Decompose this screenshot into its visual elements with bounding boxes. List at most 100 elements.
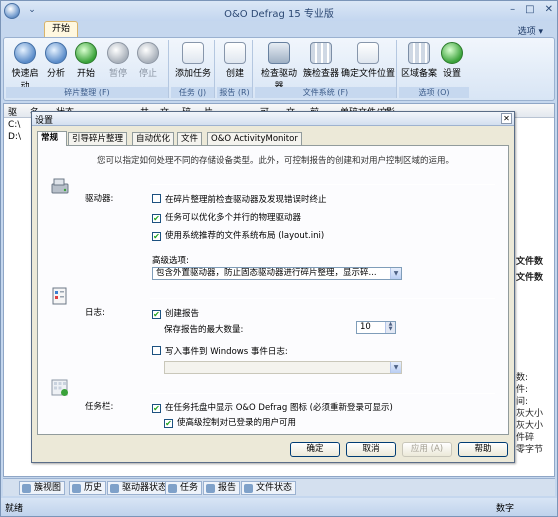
check-drive-button[interactable]: 检查驱动器 xyxy=(257,42,301,92)
status-text: 就绪 xyxy=(5,504,24,514)
options-menu[interactable]: 选项 ▾ xyxy=(518,24,543,37)
log-label: 日志: xyxy=(85,308,105,318)
taskbar-icon xyxy=(51,379,68,396)
dialog-close-icon[interactable]: ✕ xyxy=(501,113,512,124)
pause-icon xyxy=(107,42,129,64)
log-icon xyxy=(52,287,67,305)
checkmark-icon: ✔ xyxy=(152,310,161,319)
group-filesystem: 检查驱动器 簇检查器 确定文件位置 文件系统 (F) xyxy=(255,40,397,98)
drive-icon xyxy=(51,178,69,194)
create-report-icon xyxy=(224,42,246,64)
locate-file-button[interactable]: 确定文件位置 xyxy=(341,42,395,79)
start-button[interactable]: 开始 xyxy=(72,42,100,79)
advanced-control-users-checkbox[interactable]: ✔ 使高级控制对已登录的用户可用 xyxy=(164,416,296,428)
quick-start-icon xyxy=(14,42,36,64)
chevron-down-icon: ▼ xyxy=(390,268,401,279)
event-log-dropdown: ▼ xyxy=(164,361,402,374)
bottom-tab-bar: 簇视图 历史 驱动器状态 任务 报告 文件状态 xyxy=(3,478,555,496)
drives-label: 驱动器: xyxy=(85,194,114,204)
dialog-title: 设置 xyxy=(35,116,54,126)
column-header[interactable]: 驱 xyxy=(8,105,17,118)
zone-filing-button[interactable]: 区域备案 xyxy=(401,42,437,79)
check-drive-before-defrag-checkbox[interactable]: 在碎片整理前检查驱动器及发现错误时终止 xyxy=(152,193,327,205)
use-layout-ini-checkbox[interactable]: ✔ 使用系统推荐的文件系统布局 (layout.ini) xyxy=(152,229,324,241)
ribbon-tab-row: 开始 选项 ▾ xyxy=(1,21,557,37)
apply-button[interactable]: 应用 (A) xyxy=(402,442,452,457)
stepper-arrows-icon[interactable]: ▲ ▼ xyxy=(385,322,395,333)
group-defrag: 快速启动 分析 开始 暂停 停止 碎片整理 (F) xyxy=(6,40,169,98)
max-reports-stepper[interactable]: 10 ▲ ▼ xyxy=(356,321,396,334)
general-settings-panel: 您可以指定如何处理不同的存储设备类型。此外，可控制报告的创建和对用户控制区域的运… xyxy=(37,145,509,435)
settings-dialog: 设置 ✕ 常规 引导碎片整理 自动优化 文件 O&O ActivityMonit… xyxy=(31,111,515,463)
settings-description: 您可以指定如何处理不同的存储设备类型。此外，可控制报告的创建和对用户控制区域的运… xyxy=(97,156,455,166)
tab-drive-status[interactable]: 驱动器状态 xyxy=(107,481,172,495)
group-options: 区域备案 设置 选项 (O) xyxy=(399,40,469,98)
advanced-options-label: 高级选项: xyxy=(152,256,189,266)
tab-files[interactable]: 文件 xyxy=(177,132,203,145)
checkmark-icon: ✔ xyxy=(152,232,161,241)
group-label-options: 选项 (O) xyxy=(399,87,469,98)
chevron-down-icon: ▼ xyxy=(390,362,401,373)
checkbox-box xyxy=(152,194,161,203)
cluster-inspector-button[interactable]: 簇检查器 xyxy=(303,42,339,79)
checkmark-icon: ✔ xyxy=(164,419,173,428)
tab-auto-optimize[interactable]: 自动优化 xyxy=(132,132,175,145)
stat-label: 文件数 xyxy=(516,273,544,283)
drive-row-d[interactable]: D:\ xyxy=(8,132,21,142)
advanced-options-dropdown[interactable]: 包含外置驱动器，防止固态驱动器进行碎片整理，显示碎... ▼ xyxy=(152,267,402,280)
taskbar-label: 任务栏: xyxy=(85,402,114,412)
tab-jobs[interactable]: 任务 xyxy=(165,481,203,495)
group-label-defrag: 碎片整理 (F) xyxy=(6,87,168,98)
section-divider xyxy=(150,393,495,394)
stop-icon xyxy=(137,42,159,64)
locate-file-icon xyxy=(357,42,379,64)
check-drive-icon xyxy=(268,42,290,64)
play-icon xyxy=(75,42,97,64)
ok-button[interactable]: 确定 xyxy=(290,442,340,457)
checkmark-icon: ✔ xyxy=(152,214,161,223)
tab-history[interactable]: 历史 xyxy=(69,481,107,495)
help-button[interactable]: 帮助 xyxy=(458,442,508,457)
checkmark-icon: ✔ xyxy=(152,404,161,413)
gear-icon xyxy=(441,42,463,64)
ribbon: 快速启动 分析 开始 暂停 停止 碎片整理 (F) 添加任务 任务 (J) 创建… xyxy=(3,37,555,101)
tab-boot-defrag[interactable]: 引导碎片整理 xyxy=(68,132,128,145)
status-bar: 就绪 数字 xyxy=(1,498,557,516)
close-icon[interactable]: ✕ xyxy=(545,4,553,15)
quick-start-button[interactable]: 快速启动 xyxy=(8,42,42,92)
write-event-log-checkbox[interactable]: 写入事件到 Windows 事件日志: xyxy=(152,345,288,357)
zone-filing-icon xyxy=(408,42,430,64)
create-report-checkbox[interactable]: ✔ 创建报告 xyxy=(152,307,199,319)
maximize-icon[interactable]: □ xyxy=(525,4,534,15)
minimize-icon[interactable]: – xyxy=(510,4,515,15)
add-job-button[interactable]: 添加任务 xyxy=(173,42,213,79)
dialog-title-bar: 设置 ✕ xyxy=(32,112,514,126)
drive-row-c[interactable]: C:\ xyxy=(8,120,20,130)
cancel-button[interactable]: 取消 xyxy=(346,442,396,457)
settings-button[interactable]: 设置 xyxy=(437,42,467,79)
tab-file-status[interactable]: 文件状态 xyxy=(241,481,297,495)
group-label-jobs: 任务 (J) xyxy=(171,87,214,98)
stat-label: 文件数 xyxy=(516,257,544,267)
section-divider xyxy=(150,298,495,299)
tab-general[interactable]: 常规 xyxy=(37,131,67,146)
tab-home[interactable]: 开始 xyxy=(44,21,78,37)
stop-button[interactable]: 停止 xyxy=(134,42,162,79)
group-label-reports: 报告 (R) xyxy=(217,87,252,98)
add-job-icon xyxy=(182,42,204,64)
tab-activity-monitor[interactable]: O&O ActivityMonitor xyxy=(207,132,302,145)
create-report-button[interactable]: 创建 xyxy=(218,42,252,79)
tab-cluster-view[interactable]: 簇视图 xyxy=(19,481,66,495)
group-reports: 创建 报告 (R) xyxy=(217,40,253,98)
show-tray-icon-checkbox[interactable]: ✔ 在任务托盘中显示 O&O Defrag 图标 (必须重新登录可显示) xyxy=(152,401,393,413)
tab-reports[interactable]: 报告 xyxy=(203,481,241,495)
parallel-drives-checkbox[interactable]: ✔ 任务可以优化多个并行的物理驱动器 xyxy=(152,211,301,223)
section-divider xyxy=(150,184,495,185)
num-lock-indicator: 数字 xyxy=(496,504,515,514)
group-jobs: 添加任务 任务 (J) xyxy=(171,40,215,98)
pause-button[interactable]: 暂停 xyxy=(104,42,132,79)
analyze-button[interactable]: 分析 xyxy=(42,42,70,79)
cluster-inspector-icon xyxy=(310,42,332,64)
group-label-filesystem: 文件系统 (F) xyxy=(255,87,396,98)
stat-label: 零字节 xyxy=(516,445,544,455)
